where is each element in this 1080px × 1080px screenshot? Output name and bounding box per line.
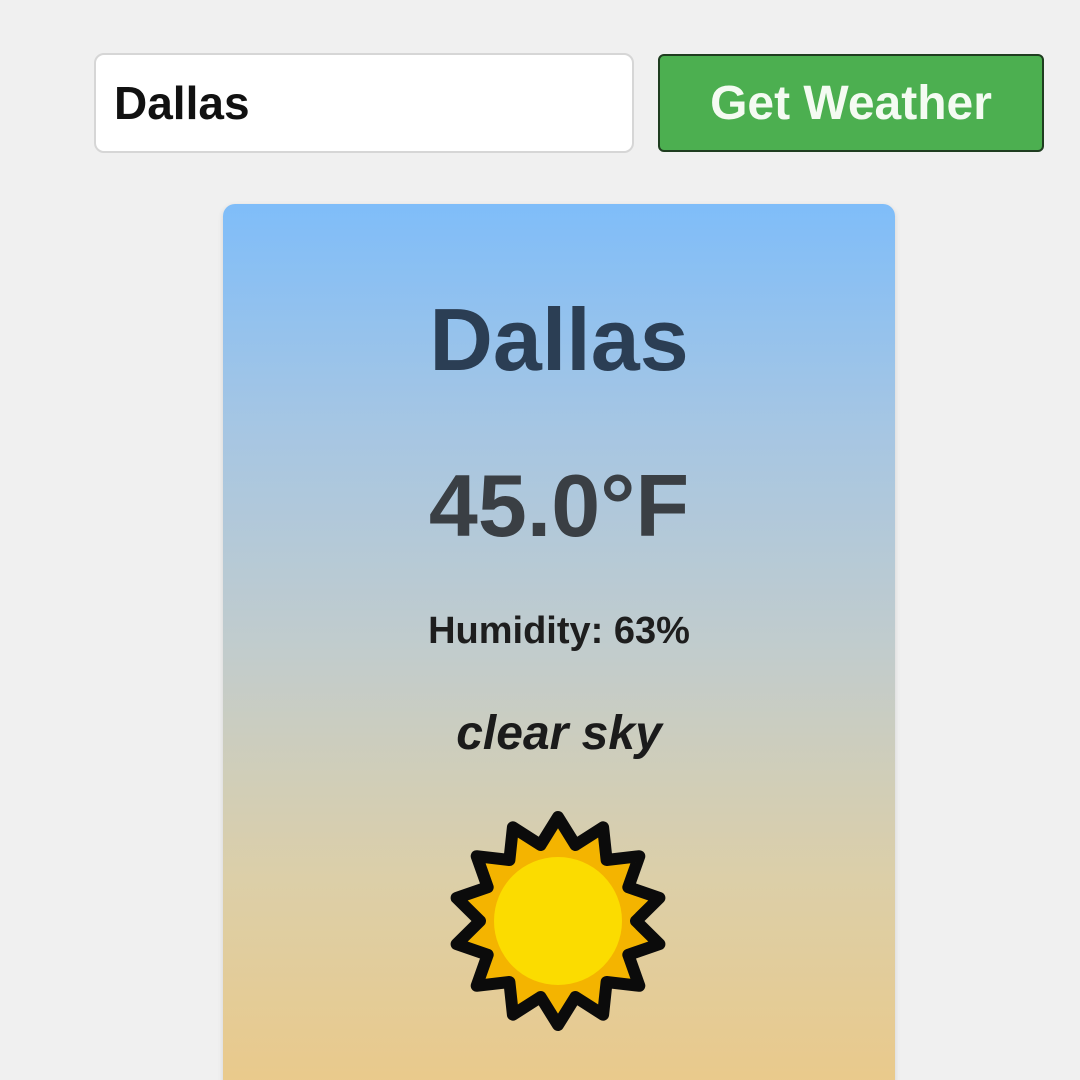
page: Get Weather Dallas 45.0°F Humidity: 63% … — [0, 0, 1080, 1080]
sun-core — [494, 857, 622, 985]
sun-icon — [450, 811, 666, 1031]
weather-card: Dallas 45.0°F Humidity: 63% clear sky — [223, 204, 895, 1080]
get-weather-button[interactable]: Get Weather — [658, 54, 1044, 152]
city-name: Dallas — [429, 290, 689, 389]
weather-description: clear sky — [456, 707, 662, 760]
temperature: 45.0°F — [428, 456, 690, 555]
search-row: Get Weather — [94, 52, 1044, 154]
humidity: Humidity: 63% — [428, 610, 690, 652]
city-input[interactable] — [94, 53, 634, 153]
